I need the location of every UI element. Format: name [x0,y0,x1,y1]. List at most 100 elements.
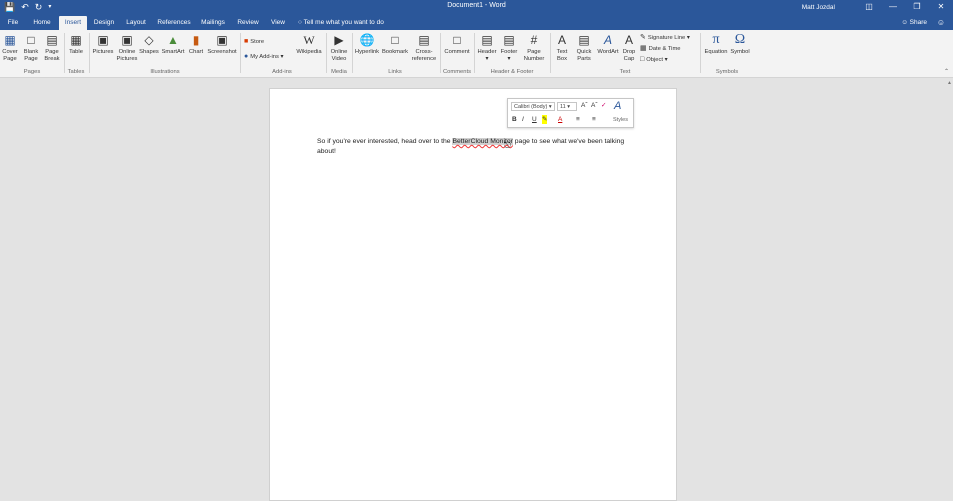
online-video-button[interactable]: ▶ Online Video [328,33,350,63]
tab-layout[interactable]: Layout [122,16,150,30]
cross-reference-button[interactable]: ▤ Cross- reference [410,33,438,63]
bookmark-button[interactable]: □ Bookmark [381,33,409,56]
tell-me-search[interactable]: ○ Tell me what you want to do [298,16,384,30]
styles-label[interactable]: Styles [613,117,628,123]
cover-page-icon: ▦ [4,33,16,47]
group-separator [440,33,441,73]
group-separator [352,33,353,73]
wordart-icon: A [603,33,612,47]
tab-file[interactable]: File [2,16,24,30]
tab-design[interactable]: Design [90,16,118,30]
numbering-icon[interactable]: ≡ [592,115,596,124]
footer-button[interactable]: ▤ Footer ▾ [499,33,519,63]
group-label-illustrations: Illustrations [150,69,180,75]
table-button[interactable]: ▦ Table [66,33,86,56]
store-button[interactable]: ■ Store [244,38,264,46]
screenshot-button[interactable]: ▣ Screenshot [206,33,238,56]
wordart-button[interactable]: A WordArt [595,33,621,56]
tab-review[interactable]: Review [234,16,262,30]
omega-icon: Ω [734,32,746,47]
font-size-box[interactable]: 11 ▾ [557,102,577,111]
bold-icon[interactable]: B [512,115,517,124]
feedback-smiley-icon[interactable]: ☺ [937,16,945,30]
group-separator [474,33,475,73]
online-pictures-button[interactable]: ▣ Online Pictures [116,33,138,63]
document-page[interactable]: Calibri (Body) ▾ 11 ▾ Aˆ Aˇ ✓ A B I U ✎ … [269,88,677,501]
highlight-icon[interactable]: ✎ [542,115,548,124]
mini-toolbar: Calibri (Body) ▾ 11 ▾ Aˆ Aˇ ✓ A B I U ✎ … [507,98,634,128]
group-separator [550,33,551,73]
header-icon: ▤ [481,33,493,47]
cross-reference-icon: ▤ [418,33,430,47]
page-break-button[interactable]: ▤ Page Break [42,33,62,63]
scroll-up-icon[interactable]: ▲ [947,80,952,86]
picture-icon: ▣ [97,33,109,47]
blank-page-icon: □ [27,33,35,47]
grow-font-icon[interactable]: Aˆ [581,101,588,110]
text-box-button[interactable]: A Text Box [552,33,572,63]
comment-button[interactable]: □ Comment [443,33,471,56]
underline-icon[interactable]: U [532,115,537,124]
text-box-icon: A [557,33,566,47]
tab-references[interactable]: References [155,16,193,30]
group-label-header-footer: Header & Footer [490,69,534,75]
vertical-scrollbar[interactable]: ▲ [946,78,953,501]
title-bar: 💾 ↶ ↻ ▾ Document1 - Word Matt Jozdal ◫ —… [0,0,953,14]
screenshot-icon: ▣ [216,33,228,47]
date-time-button[interactable]: ▦ Date & Time [640,45,681,53]
shapes-icon: ◇ [144,33,154,47]
document-area: Calibri (Body) ▾ 11 ▾ Aˆ Aˇ ✓ A B I U ✎ … [0,78,953,501]
styles-icon[interactable]: A [614,100,621,112]
tab-home[interactable]: Home [28,16,56,30]
page-number-icon: # [530,33,538,47]
equation-button[interactable]: π Equation [703,33,729,56]
group-separator [700,33,701,73]
shapes-button[interactable]: ◇ Shapes [139,33,159,56]
quick-parts-icon: ▤ [578,33,590,47]
shrink-font-icon[interactable]: Aˇ [591,101,598,110]
minimize-button[interactable]: — [881,0,905,14]
tab-mailings[interactable]: Mailings [198,16,228,30]
footer-icon: ▤ [503,33,515,47]
share-button[interactable]: ☺ Share [901,16,927,30]
ribbon-display-options-icon[interactable]: ◫ [857,0,881,14]
blank-page-button[interactable]: □ Blank Page [21,33,41,63]
page-number-button[interactable]: # Page Number [520,33,548,63]
smartart-icon: ▲ [167,33,179,47]
document-paragraph[interactable]: So if you're ever interested, head over … [317,137,637,156]
object-button[interactable]: □ Object ▾ [640,56,668,64]
online-picture-icon: ▣ [121,33,133,47]
user-name[interactable]: Matt Jozdal [802,4,835,11]
mouse-cursor-icon: ⎋ [504,140,512,150]
ribbon-tabs: File Home Insert Design Layout Reference… [0,14,953,30]
font-name-box[interactable]: Calibri (Body) ▾ [511,102,555,111]
close-button[interactable]: ✕ [929,0,953,14]
chart-button[interactable]: ▮ Chart [187,33,205,56]
hyperlink-icon: 🌐 [359,33,375,47]
cover-page-button[interactable]: ▦ Cover Page [0,33,20,63]
symbol-button[interactable]: Ω Symbol [729,33,751,56]
signature-line-button[interactable]: ✎ Signature Line ▾ [640,34,690,42]
drop-cap-button[interactable]: A Drop Cap [620,33,638,63]
collapse-ribbon-icon[interactable]: ⌃ [944,68,949,75]
pi-icon: π [712,32,720,47]
format-painter-icon[interactable]: ✓ [601,101,606,110]
bullets-icon[interactable]: ≡ [576,115,580,124]
group-label-links: Links [388,69,402,75]
tab-view[interactable]: View [265,16,291,30]
restore-button[interactable]: ❐ [905,0,929,14]
pictures-button[interactable]: ▣ Pictures [91,33,115,56]
group-separator [326,33,327,73]
wikipedia-button[interactable]: W Wikipedia [294,33,324,56]
my-addins-button[interactable]: ● My Add-ins ▾ [244,53,283,61]
quick-parts-button[interactable]: ▤ Quick Parts [573,33,595,63]
paragraph-text-before: So if you're ever interested, head over … [317,138,453,145]
font-color-icon[interactable]: A [558,115,562,124]
group-separator [64,33,65,73]
hyperlink-button[interactable]: 🌐 Hyperlink [354,33,380,56]
italic-icon[interactable]: I [522,115,524,124]
header-button[interactable]: ▤ Header ▾ [476,33,498,63]
tab-insert[interactable]: Insert [59,16,87,30]
object-icon: □ [640,56,645,63]
smartart-button[interactable]: ▲ SmartArt [160,33,186,56]
